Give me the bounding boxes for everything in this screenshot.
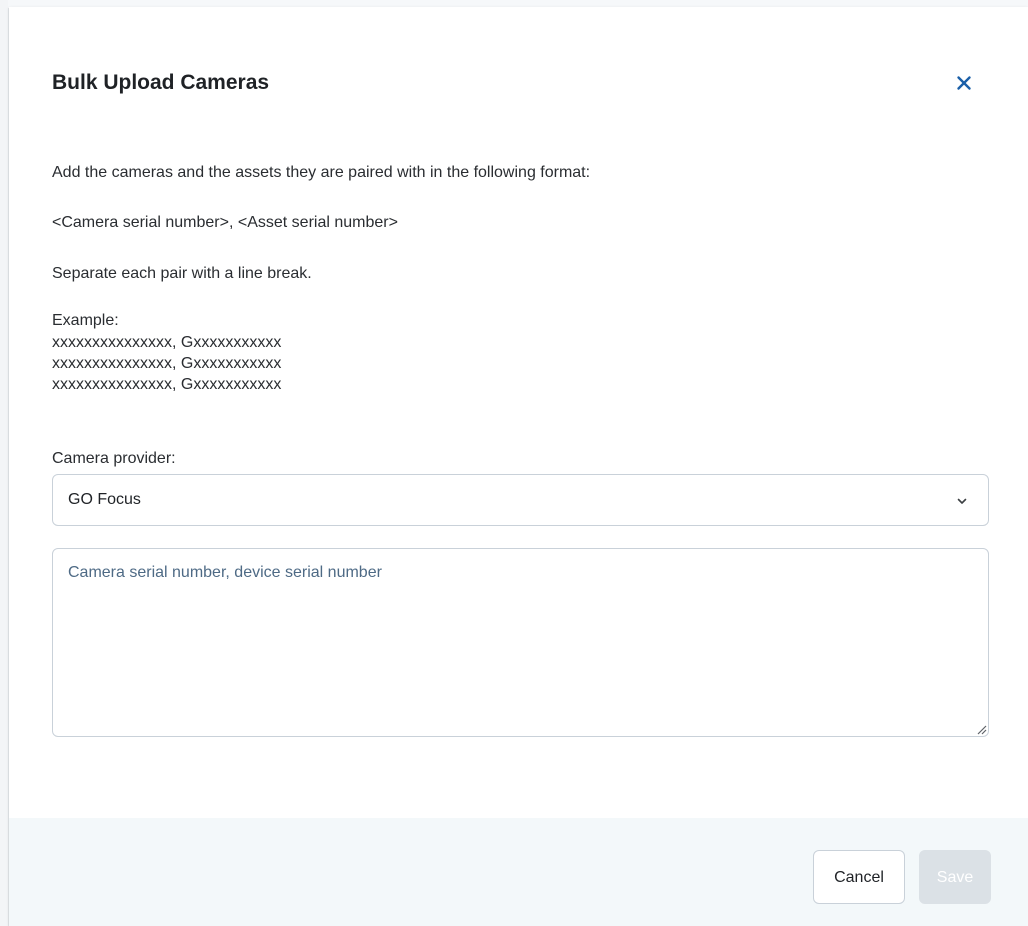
example-block: Example: xxxxxxxxxxxxxxx, Gxxxxxxxxxxx x… — [52, 310, 281, 395]
camera-provider-selected-value: GO Focus — [68, 491, 141, 508]
dialog-footer: Cancel Save — [9, 818, 1028, 926]
dialog-title: Bulk Upload Cameras — [52, 71, 270, 94]
camera-provider-label: Camera provider: — [52, 450, 176, 467]
example-line: xxxxxxxxxxxxxxx, Gxxxxxxxxxxx — [52, 334, 282, 351]
save-button[interactable]: Save — [919, 850, 991, 904]
bulk-upload-dialog: Bulk Upload Cameras Add the cameras and … — [9, 7, 1028, 926]
close-icon — [957, 76, 971, 90]
camera-provider-select[interactable]: GO Focus — [52, 474, 989, 526]
instructions-format-intro: Add the cameras and the assets they are … — [52, 164, 591, 181]
page-backdrop — [0, 0, 9, 926]
resize-handle-icon[interactable] — [975, 723, 987, 735]
dialog-header: Bulk Upload Cameras — [52, 69, 978, 105]
chevron-down-icon — [957, 498, 967, 504]
instructions-separator: Separate each pair with a line break. — [52, 265, 312, 282]
example-line: xxxxxxxxxxxxxxx, Gxxxxxxxxxxx — [52, 355, 282, 372]
close-button[interactable] — [950, 69, 978, 97]
example-line: xxxxxxxxxxxxxxx, Gxxxxxxxxxxx — [52, 376, 282, 393]
cancel-button[interactable]: Cancel — [813, 850, 905, 904]
serial-numbers-input[interactable] — [52, 548, 989, 737]
instructions-format: <Camera serial number>, <Asset serial nu… — [52, 214, 398, 231]
example-heading: Example: — [52, 312, 119, 329]
